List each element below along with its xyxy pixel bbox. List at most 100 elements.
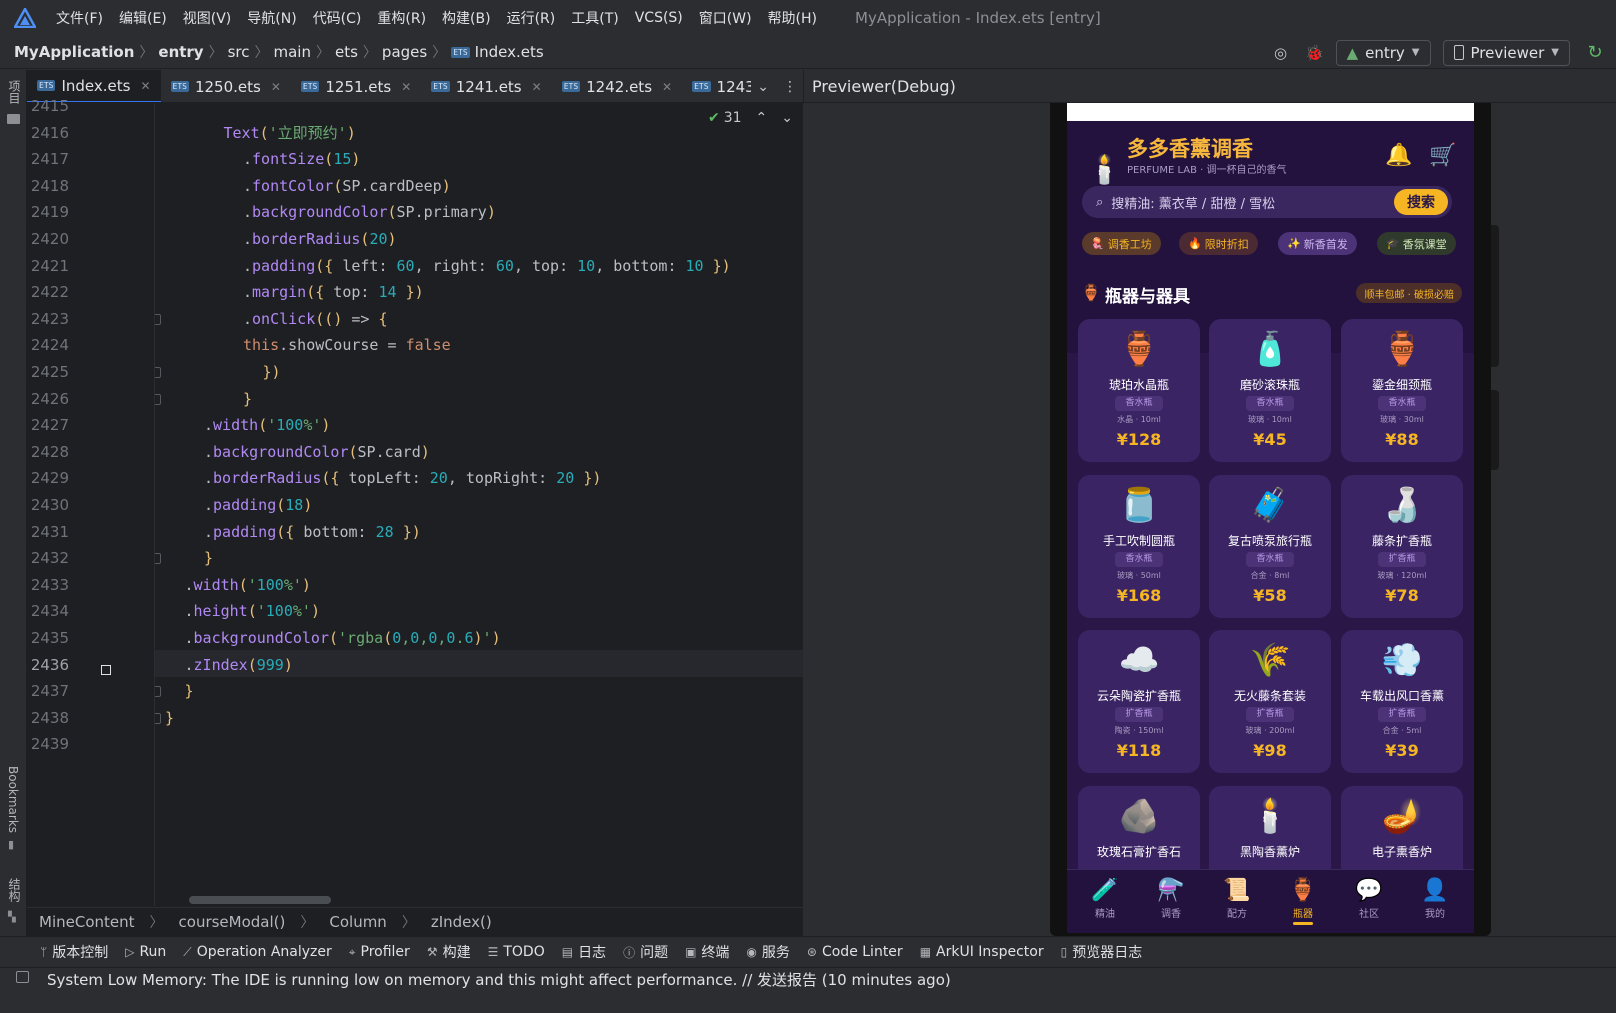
chip-class[interactable]: 🎓 香氛课堂 (1377, 232, 1456, 255)
tab-1250-ets[interactable]: ETS 1250.ets ✕ (161, 70, 291, 102)
inspection-widget[interactable]: ✔ 31 ⌃ ⌄ (708, 110, 793, 126)
menu-edit[interactable]: 编辑(E) (119, 8, 167, 28)
memory-warning-message[interactable]: System Low Memory: The IDE is running lo… (47, 969, 951, 990)
tool-arkui-inspector[interactable]: ▦ ArkUI Inspector (920, 944, 1044, 960)
code-crumb-2[interactable]: courseModal() (179, 913, 286, 931)
structure-tool-label[interactable]: 结构 (6, 878, 23, 902)
close-icon[interactable]: ✕ (140, 79, 150, 93)
tool-todo[interactable]: ☰ TODO (488, 944, 545, 960)
menu-window[interactable]: 窗口(W) (699, 8, 752, 28)
chevron-down-icon[interactable]: ⌄ (781, 110, 793, 126)
chip-discount[interactable]: 🔥 限时折扣 (1179, 232, 1258, 255)
tab-list-chevron-icon[interactable]: ⌄ (757, 79, 769, 95)
product-card[interactable]: 🧴 磨砂滚珠瓶 香水瓶 玻璃 · 10ml ¥45 (1209, 319, 1331, 462)
breadcrumb-module[interactable]: entry (158, 43, 203, 61)
tool-terminal[interactable]: ▣ 终端 (685, 942, 729, 962)
menu-code[interactable]: 代码(C) (313, 8, 362, 28)
app-tab-4[interactable]: 🏺 瓶器 (1274, 878, 1332, 925)
fold-marker-icon[interactable] (155, 313, 161, 325)
module-selector[interactable]: ▲ entry ▼ (1335, 39, 1431, 66)
bookmark-icon[interactable]: ▮ (8, 838, 14, 851)
menu-file[interactable]: 文件(F) (56, 8, 103, 28)
search-button[interactable]: 搜索 (1394, 189, 1448, 215)
app-tab-6[interactable]: 👤 我的 (1406, 878, 1464, 920)
tool-log[interactable]: ▤ 日志 (562, 942, 606, 962)
product-card[interactable]: 🏺 鎏金细颈瓶 香水瓶 玻璃 · 30ml ¥88 (1341, 319, 1463, 462)
product-card[interactable]: 🌾 无火藤条套装 扩香瓶 玻璃 · 200ml ¥98 (1209, 630, 1331, 773)
tool-build[interactable]: ⚒ 构建 (427, 942, 471, 962)
tool-problems[interactable]: ⓘ 问题 (623, 942, 668, 962)
product-card[interactable]: 🧳 复古喷泵旅行瓶 香水瓶 合金 · 8ml ¥58 (1209, 475, 1331, 618)
breadcrumb-main[interactable]: main (274, 43, 311, 61)
tab-1242-ets[interactable]: ETS 1242.ets ✕ (552, 70, 682, 102)
menu-refactor[interactable]: 重构(R) (377, 8, 426, 28)
run-icon: ▷ (125, 945, 135, 959)
menu-navigate[interactable]: 导航(N) (247, 8, 296, 28)
search-input[interactable]: 搜精油: 薰衣草 / 甜橙 / 雪松 (1111, 193, 1275, 212)
app-tab-5[interactable]: 💬 社区 (1340, 878, 1398, 920)
fold-marker-icon[interactable] (155, 553, 161, 565)
close-icon[interactable]: ✕ (532, 80, 542, 94)
refresh-icon[interactable]: ↻ (1582, 40, 1608, 66)
tool-vcs[interactable]: ᛘ 版本控制 (40, 942, 108, 962)
close-icon[interactable]: ✕ (271, 80, 281, 94)
bookmarks-tool-label[interactable]: Bookmarks (6, 766, 20, 833)
product-card[interactable]: 🏺 琥珀水晶瓶 香水瓶 水晶 · 10ml ¥128 (1078, 319, 1200, 462)
tool-profiler[interactable]: ⌖ Profiler (349, 944, 410, 960)
bell-icon[interactable]: 🔔 (1385, 143, 1412, 168)
app-tab-3[interactable]: 📜 配方 (1208, 878, 1266, 920)
project-tool-label[interactable]: 项目 (6, 80, 23, 104)
menu-help[interactable]: 帮助(H) (768, 8, 817, 28)
panel-toggle-icon[interactable] (16, 971, 29, 983)
product-card[interactable]: 🫙 手工吹制圆瓶 香水瓶 玻璃 · 50ml ¥168 (1078, 475, 1200, 618)
close-icon[interactable]: ✕ (662, 80, 672, 94)
device-selector[interactable]: Previewer ▼ (1442, 39, 1570, 66)
breadcrumb-file[interactable]: Index.ets (475, 43, 544, 61)
fold-marker-icon[interactable] (155, 686, 161, 698)
structure-icon[interactable]: ▚ (8, 912, 16, 923)
more-options-icon[interactable]: ⋮ (783, 79, 797, 95)
horizontal-scrollbar[interactable] (189, 896, 331, 904)
tool-services[interactable]: ◉ 服务 (746, 942, 789, 962)
tool-operation-analyzer[interactable]: ⟋ Operation Analyzer (183, 944, 331, 960)
menu-build[interactable]: 构建(B) (442, 8, 491, 28)
folder-icon[interactable] (7, 114, 20, 124)
code-area[interactable]: Text('立即预约') .fontSize(15) .fontColor(SP.c… (155, 103, 803, 906)
fold-marker-icon[interactable] (155, 367, 161, 378)
tool-previewer-log[interactable]: ▯ 预览器日志 (1061, 942, 1143, 962)
chip-new[interactable]: ✨ 新香首发 (1278, 232, 1357, 255)
close-icon[interactable]: ✕ (401, 80, 411, 94)
product-card[interactable]: 💨 车载出风口香薰 扩香瓶 合金 · 5ml ¥39 (1341, 630, 1463, 773)
cart-icon[interactable]: 🛒 (1429, 143, 1456, 168)
code-crumb-4[interactable]: zIndex() (431, 913, 492, 931)
menu-run[interactable]: 运行(R) (507, 8, 556, 28)
fold-marker-icon[interactable] (155, 393, 161, 405)
tab-1241-ets[interactable]: ETS 1241.ets ✕ (421, 70, 551, 102)
code-crumb-1[interactable]: MineContent (39, 913, 135, 931)
bug-icon[interactable]: 🐞 (1302, 40, 1328, 66)
product-card[interactable]: ☁️ 云朵陶瓷扩香瓶 扩香瓶 陶瓷 · 150ml ¥118 (1078, 630, 1200, 773)
breadcrumb-project[interactable]: MyApplication (14, 43, 134, 61)
menu-vcs[interactable]: VCS(S) (635, 10, 683, 26)
app-tab-1[interactable]: 🧪 精油 (1076, 878, 1134, 920)
line-number: 2423 (30, 309, 69, 328)
chip-workshop[interactable]: 🪼 调香工坊 (1082, 232, 1161, 255)
product-card[interactable]: 🍶 藤条扩香瓶 扩香瓶 玻璃 · 120ml ¥78 (1341, 475, 1463, 618)
tool-code-linter[interactable]: ⊛ Code Linter (807, 944, 903, 960)
menu-tools[interactable]: 工具(T) (571, 8, 618, 28)
app-tab-2[interactable]: ⚗️ 调香 (1142, 878, 1200, 920)
breakpoint-checkbox-icon[interactable] (101, 665, 111, 675)
product-price: ¥45 (1253, 430, 1287, 449)
menu-view[interactable]: 视图(V) (183, 8, 232, 28)
tab-1251-ets[interactable]: ETS 1251.ets ✕ (291, 70, 421, 102)
breadcrumb-ets[interactable]: ets (335, 43, 358, 61)
code-crumb-3[interactable]: Column (329, 913, 386, 931)
fold-marker-icon[interactable] (155, 712, 161, 724)
search-bar[interactable]: ⌕ 搜精油: 薰衣草 / 甜橙 / 雪松 搜索 (1082, 186, 1452, 218)
tool-run[interactable]: ▷ Run (125, 944, 166, 960)
breadcrumb-src[interactable]: src (228, 43, 250, 61)
chevron-up-icon[interactable]: ⌃ (756, 110, 768, 126)
locate-icon[interactable]: ◎ (1268, 40, 1294, 66)
breadcrumb-pages[interactable]: pages (382, 43, 427, 61)
info-icon: ⓘ (623, 945, 636, 960)
